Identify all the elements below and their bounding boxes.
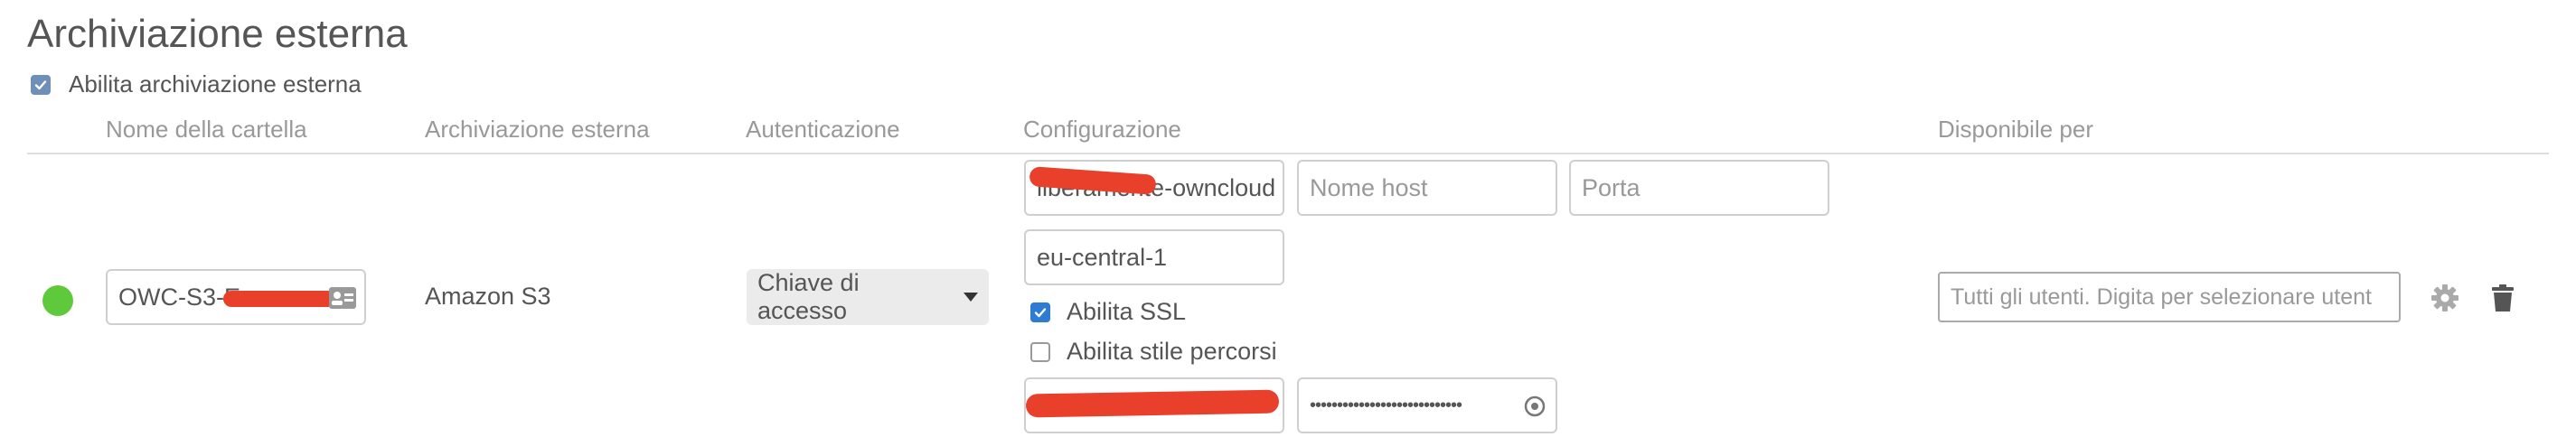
secret-key-value: ••••••••••••••••••••••••••••	[1310, 395, 1462, 415]
port-input[interactable]: Porta	[1569, 160, 1829, 216]
ssl-label: Abilita SSL	[1067, 298, 1187, 325]
checkmark-icon	[34, 79, 47, 89]
authentication-select[interactable]: Chiave di accesso	[747, 269, 989, 325]
access-key-input[interactable]: A	[1024, 377, 1284, 433]
chevron-down-icon	[964, 293, 978, 302]
contact-card-icon[interactable]	[328, 285, 357, 317]
storage-type-label: Amazon S3	[425, 283, 551, 310]
header-divider	[27, 153, 2549, 154]
secret-key-input[interactable]: ••••••••••••••••••••••••••••	[1297, 377, 1557, 433]
column-header-external-storage: Archiviazione esterna	[425, 116, 650, 143]
ssl-option-row[interactable]: Abilita SSL	[1030, 298, 1186, 326]
mount-status-indicator	[42, 285, 73, 316]
path-style-label: Abilita stile percorsi	[1067, 338, 1277, 365]
redaction-mark	[1026, 389, 1280, 418]
folder-name-value: OWC-S3-E	[118, 283, 240, 311]
path-style-option-row[interactable]: Abilita stile percorsi	[1030, 338, 1277, 366]
region-input[interactable]: eu-central-1	[1024, 229, 1284, 285]
checkmark-icon	[1034, 307, 1047, 317]
column-header-configuration: Configurazione	[1023, 116, 1181, 143]
page-title: Archiviazione esterna	[27, 12, 408, 56]
applicable-users-input[interactable]: Tutti gli utenti. Digita per selezionare…	[1938, 272, 2401, 322]
gear-icon[interactable]	[2430, 283, 2460, 313]
hostname-input[interactable]: Nome host	[1297, 160, 1557, 216]
column-header-available-for: Disponibile per	[1938, 116, 2093, 143]
trash-icon[interactable]	[2489, 283, 2516, 313]
enable-external-storage-label: Abilita archiviazione esterna	[69, 70, 362, 98]
enable-external-storage-row[interactable]: Abilita archiviazione esterna	[31, 70, 362, 98]
redaction-mark	[223, 291, 335, 307]
column-header-folder-name: Nome della cartella	[106, 116, 307, 143]
bucket-input[interactable]: liberamente-owncloud	[1024, 160, 1284, 216]
folder-name-input[interactable]: OWC-S3-E	[106, 269, 366, 325]
show-password-icon[interactable]	[1523, 395, 1547, 424]
column-header-authentication: Autenticazione	[746, 116, 900, 143]
enable-external-storage-checkbox[interactable]	[31, 74, 51, 95]
ssl-checkbox[interactable]	[1030, 302, 1050, 322]
path-style-checkbox[interactable]	[1030, 341, 1050, 362]
authentication-select-value: Chiave di accesso	[757, 269, 860, 324]
